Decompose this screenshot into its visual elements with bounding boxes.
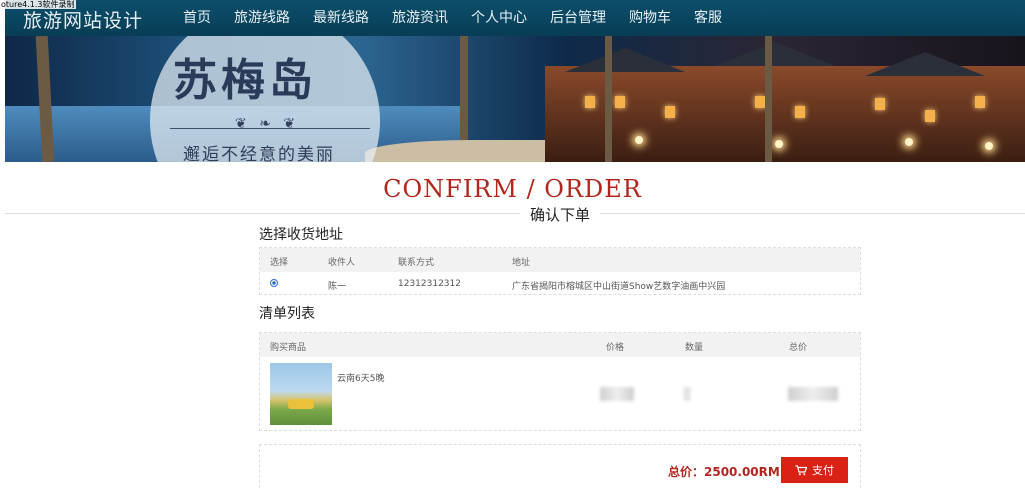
address-section-title: 选择收货地址 [259,227,343,243]
resort-roof [565,48,685,72]
resort-roof [865,52,985,76]
radio-selected-icon[interactable] [270,279,278,287]
order-total: 总价：2500.00RMB [668,465,789,479]
pay-button-label: 支付 [812,464,834,477]
banner-subtitle: 邂逅不经意的美丽 [183,145,335,162]
resort-roof [715,42,835,66]
col-subtotal: 总价 [789,343,808,353]
recipient-phone: 12312312312 [398,279,461,289]
nav-admin[interactable]: 后台管理 [550,0,606,36]
window-light [615,96,625,108]
col-recipient: 收件人 [328,258,356,268]
thumbnail-car [288,399,314,409]
nav-service[interactable]: 客服 [694,0,722,36]
cart-icon [795,464,807,475]
col-product: 购买商品 [270,343,307,353]
nav-news[interactable]: 旅游资讯 [392,0,448,36]
palm-trunk [765,36,772,162]
lamp-glow [905,138,913,146]
col-price: 价格 [606,343,625,353]
window-light [665,106,675,118]
pay-button[interactable]: 支付 [781,457,848,483]
nav-profile[interactable]: 个人中心 [471,0,527,36]
banner-resort [545,42,1025,162]
order-table: 购买商品 价格 数量 总价 云南6天5晚 [259,332,861,431]
recorder-watermark: oture4.1.3软件录制 [0,0,76,9]
title-divider [5,213,1025,214]
order-item-row: 云南6天5晚 [260,357,860,431]
address-row[interactable]: 陈一 12312312312 广东省揭阳市榕城区中山街道Show艺数字油画中兴园 [260,272,860,295]
banner-title: 苏梅岛 [173,55,317,106]
product-name[interactable]: 云南6天5晚 [337,371,384,384]
col-select: 选择 [270,258,289,268]
list-section-title: 清单列表 [259,306,315,322]
window-light [875,98,885,110]
address-table: 选择 收件人 联系方式 地址 陈一 12312312312 广东省揭阳市榕城区中… [259,247,861,295]
price-value-blurred [600,387,634,401]
col-phone: 联系方式 [398,258,435,268]
window-light [925,110,935,122]
col-quantity: 数量 [685,343,704,353]
page-title-cn: 确认下单 [520,204,601,225]
nav-latest-routes[interactable]: 最新线路 [313,0,369,36]
product-thumbnail[interactable] [270,363,332,425]
banner-divider [170,128,370,129]
banner-ornament: ❦ ❧ ❦ [235,116,300,132]
lamp-glow [775,140,783,148]
col-address: 地址 [512,258,531,268]
window-light [975,96,985,108]
window-light [585,96,595,108]
lamp-glow [635,136,643,144]
nav-home[interactable]: 首页 [183,0,211,36]
nav-routes[interactable]: 旅游线路 [234,0,290,36]
palm-trunk [605,36,612,162]
recipient-address: 广东省揭阳市榕城区中山街道Show艺数字油画中兴园 [512,282,726,292]
main-nav: 首页 旅游线路 最新线路 旅游资讯 个人中心 后台管理 购物车 客服 [183,0,745,38]
window-light [755,96,765,108]
window-light [795,106,805,118]
address-table-header: 选择 收件人 联系方式 地址 [260,248,860,272]
hero-banner: 苏梅岛 ❦ ❧ ❦ 邂逅不经意的美丽 [5,36,1025,162]
site-brand[interactable]: 旅游网站设计 [23,6,143,33]
top-navbar: 旅游网站设计 首页 旅游线路 最新线路 旅游资讯 个人中心 后台管理 购物车 客… [5,0,1025,38]
order-table-header: 购买商品 价格 数量 总价 [260,333,860,357]
quantity-value-blurred [684,387,690,401]
nav-cart[interactable]: 购物车 [629,0,671,38]
lamp-glow [985,142,993,150]
page-title-en: CONFIRM / ORDER [383,175,642,203]
recipient-name: 陈一 [328,282,347,292]
subtotal-value-blurred [788,387,838,401]
